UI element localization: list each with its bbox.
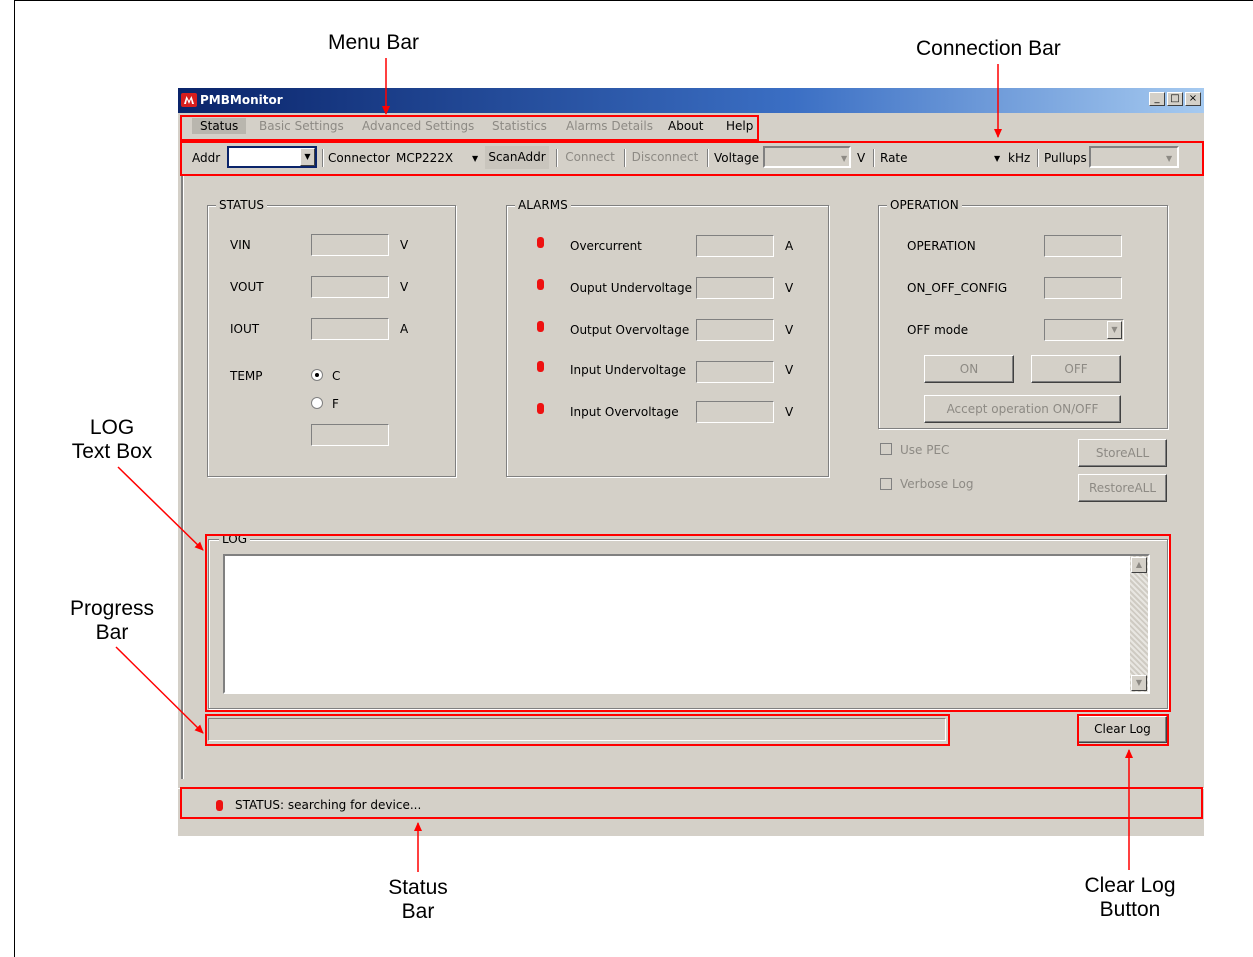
progress-bar-arrow xyxy=(115,646,204,734)
log-textbox-arrow xyxy=(117,466,204,551)
callout-arrows xyxy=(115,58,1133,872)
